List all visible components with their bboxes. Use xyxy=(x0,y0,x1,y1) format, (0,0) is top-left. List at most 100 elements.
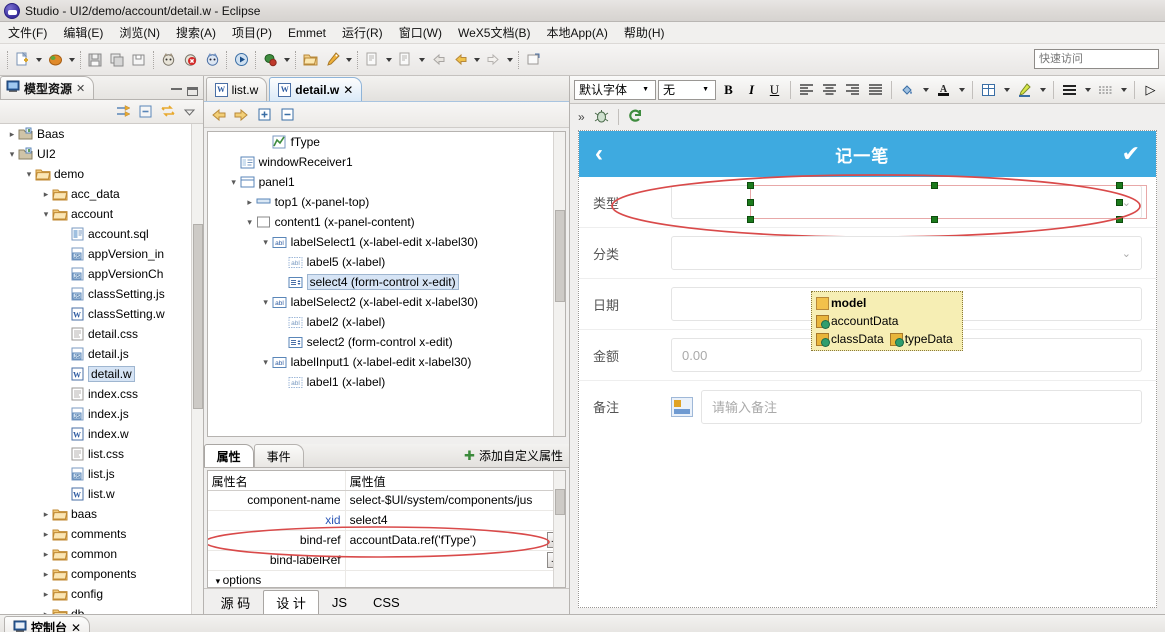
sub-toolbar-overflow[interactable]: » xyxy=(578,110,585,124)
deploy-button[interactable] xyxy=(44,49,66,71)
pin-editor-button[interactable] xyxy=(522,49,544,71)
properties-table[interactable]: 属性名 属性值 component-name select-$UI/system/… xyxy=(206,470,566,588)
menu-search[interactable]: 搜索(A) xyxy=(168,22,224,43)
view-menu-icon[interactable] xyxy=(181,103,199,121)
print-button[interactable] xyxy=(128,49,150,71)
table-button[interactable] xyxy=(978,79,999,100)
property-row-xid[interactable]: xid select4 xyxy=(207,511,565,531)
outline-item-label5[interactable]: abl label5 (x-label) xyxy=(208,252,565,272)
expand-all-icon[interactable] xyxy=(255,105,274,124)
outline-item-label2[interactable]: abl label2 (x-label) xyxy=(208,312,565,332)
border-button[interactable] xyxy=(1059,79,1080,100)
tab-model-resources[interactable]: 模型资源 ✕ xyxy=(0,76,95,99)
resize-handle-w[interactable] xyxy=(747,199,754,206)
tab-events[interactable]: 事件 xyxy=(253,444,304,467)
outline-item-content1[interactable]: ▾ content1 (x-panel-content) xyxy=(208,212,565,232)
add-custom-attribute-button[interactable]: ✚ 添加自定义属性 xyxy=(464,447,569,467)
new-wizard-dropdown-arrow[interactable] xyxy=(383,49,394,71)
tree-item-demo[interactable]: ▾ demo xyxy=(0,164,203,184)
tree-item-acc-data[interactable]: ▸ acc_data xyxy=(0,184,203,204)
back-icon[interactable] xyxy=(209,105,228,124)
outline-item-windowreceiver1[interactable]: windowReceiver1 xyxy=(208,152,565,172)
input-note[interactable]: 请输入备注 xyxy=(701,389,1142,424)
form-row-note[interactable]: 备注 请输入备注 xyxy=(579,381,1156,432)
menu-help[interactable]: 帮助(H) xyxy=(616,22,673,43)
expand-arrow-icon[interactable]: ▾ xyxy=(40,209,52,220)
tab-design[interactable]: 设 计 xyxy=(263,590,319,614)
debug-cat-button[interactable] xyxy=(201,49,223,71)
component-outline-tree[interactable]: fType windowReceiver1 ▾ panel1 ▸ top1 (x-pane… xyxy=(206,131,566,437)
collapse-arrow-icon[interactable]: ▸ xyxy=(40,529,52,540)
property-value[interactable] xyxy=(346,571,565,587)
tab-source[interactable]: 源 码 xyxy=(208,590,264,614)
align-left-button[interactable] xyxy=(796,79,817,100)
back-small-button[interactable] xyxy=(427,49,449,71)
resize-handle-e[interactable] xyxy=(1116,199,1123,206)
menu-file[interactable]: 文件(F) xyxy=(0,22,55,43)
back-dropdown-arrow[interactable] xyxy=(471,49,482,71)
forward-button[interactable] xyxy=(482,49,504,71)
table-dropdown-arrow[interactable] xyxy=(1001,79,1012,101)
collapse-arrow-icon[interactable]: ▸ xyxy=(40,569,52,580)
tree-item-baas[interactable]: ▸ baas xyxy=(0,504,203,524)
minimize-icon[interactable] xyxy=(170,87,182,90)
property-row-component-name[interactable]: component-name select-$UI/system/componen… xyxy=(207,491,565,511)
collapse-arrow-icon[interactable]: ▸ xyxy=(6,129,18,140)
new-file-button[interactable] xyxy=(394,49,416,71)
new-file-dropdown-arrow[interactable] xyxy=(416,49,427,71)
outline-item-labelselect1[interactable]: ▾ abl labelSelect1 (x-label-edit x-label30… xyxy=(208,232,565,252)
property-value[interactable]: ... xyxy=(346,551,565,570)
close-icon[interactable]: ✕ xyxy=(71,621,81,632)
resize-handle-nw[interactable] xyxy=(747,182,754,189)
run-button[interactable] xyxy=(230,49,252,71)
tree-item-detail-css[interactable]: detail.css xyxy=(0,324,203,344)
tab-properties[interactable]: 属性 xyxy=(203,444,254,467)
italic-button[interactable]: I xyxy=(741,79,762,100)
property-row-bind-ref[interactable]: bind-refaccountData.ref('fType')... xyxy=(207,531,565,551)
resize-handle-s[interactable] xyxy=(931,216,938,223)
left-tree-scroll-thumb[interactable] xyxy=(192,224,203,409)
model-resources-tree[interactable]: ▸ Baas ▾ UI2 ▾ demo ▸ acc_data ▾ account account.s… xyxy=(0,124,203,614)
tree-item-classsetting-js[interactable]: JS classSetting.js xyxy=(0,284,203,304)
tab-console[interactable]: 控制台 ✕ xyxy=(4,616,91,632)
form-row-category[interactable]: 分类 ⌄ xyxy=(579,228,1156,279)
tab-js[interactable]: JS xyxy=(319,590,360,614)
form-row-type[interactable]: 类型 ⌄ xyxy=(579,174,1156,238)
tree-item-detail-js[interactable]: JS detail.js xyxy=(0,344,203,364)
editor-tab-detail-w[interactable]: W detail.w ✕ xyxy=(269,77,363,101)
external-tools-button[interactable] xyxy=(321,49,343,71)
font-size-combo[interactable]: 无 ▼ xyxy=(658,79,716,100)
expand-arrow-icon[interactable]: ▾ xyxy=(260,237,272,248)
select-type[interactable]: ⌄ xyxy=(671,185,1142,219)
tree-item-index-w[interactable]: Windex.w xyxy=(0,424,203,444)
border-dropdown-arrow[interactable] xyxy=(1082,79,1093,101)
align-justify-button[interactable] xyxy=(865,79,886,100)
outline-item-label1[interactable]: abl label1 (x-label) xyxy=(208,372,565,392)
refresh-icon[interactable] xyxy=(627,108,644,127)
deploy-dropdown-arrow[interactable] xyxy=(66,49,77,71)
back-button[interactable] xyxy=(449,49,471,71)
align-center-button[interactable] xyxy=(819,79,840,100)
border-style-button[interactable] xyxy=(1095,79,1116,100)
fill-color-button[interactable] xyxy=(897,79,918,100)
property-row-bind-labelref[interactable]: bind-labelRef... xyxy=(207,551,565,571)
menu-local-app[interactable]: 本地App(A) xyxy=(538,22,615,43)
new-button[interactable] xyxy=(11,49,33,71)
tree-item-classsetting-w[interactable]: WclassSetting.w xyxy=(0,304,203,324)
outline-item-panel1[interactable]: ▾ panel1 xyxy=(208,172,565,192)
select-category[interactable]: ⌄ xyxy=(671,236,1142,270)
highlight-button[interactable] xyxy=(1014,79,1035,100)
tree-item-common[interactable]: ▸ common xyxy=(0,544,203,564)
menu-wex5-doc[interactable]: WeX5文档(B) xyxy=(450,22,538,43)
property-value[interactable]: select-$UI/system/components/jus xyxy=(346,491,565,510)
chevron-down-icon[interactable]: ▼ xyxy=(638,86,653,93)
expand-arrow-icon[interactable]: ▾ xyxy=(260,297,272,308)
property-value[interactable]: accountData.ref('fType')... xyxy=(346,531,565,550)
tree-item-list-js[interactable]: JS list.js xyxy=(0,464,203,484)
font-color-button[interactable]: A xyxy=(933,79,954,100)
fill-color-dropdown-arrow[interactable] xyxy=(920,79,931,101)
maximize-icon[interactable] xyxy=(186,87,198,96)
align-right-button[interactable] xyxy=(842,79,863,100)
tree-item-index-js[interactable]: JS index.js xyxy=(0,404,203,424)
outline-item-labelselect2[interactable]: ▾ abl labelSelect2 (x-label-edit x-label30… xyxy=(208,292,565,312)
